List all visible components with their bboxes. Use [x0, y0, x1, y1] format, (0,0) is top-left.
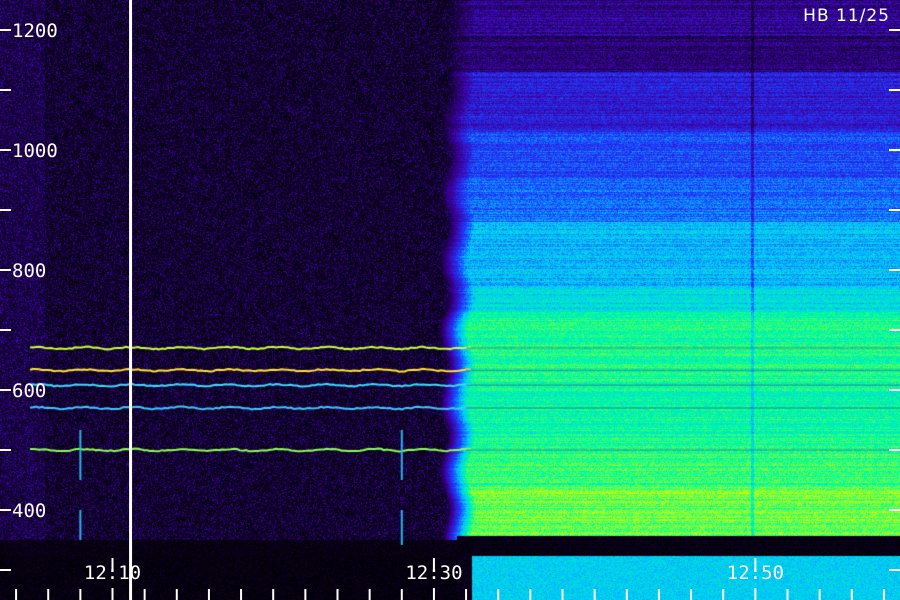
- x-tick-label-12:50: 12:50: [727, 562, 784, 584]
- y-tick-label-400: 400: [12, 500, 46, 522]
- y-axis-left-ticks: [0, 29, 11, 571]
- station-date-label: HB 11/25: [803, 6, 890, 26]
- y-tick-label-1200: 1200: [12, 20, 58, 42]
- y-axis-right-ticks: [889, 29, 900, 571]
- y-tick-label-800: 800: [12, 260, 46, 282]
- x-tick-label-12:10: 12:10: [84, 562, 141, 584]
- x-axis-tick-labels: 12:10 12:30 12:50: [84, 562, 784, 584]
- x-tick-label-12:30: 12:30: [405, 562, 462, 584]
- y-tick-label-1000: 1000: [12, 140, 58, 162]
- axes-overlay: 400 600 800 1000 1200 12:10 12:30 12:50: [0, 0, 900, 600]
- y-tick-label-600: 600: [12, 380, 46, 402]
- y-axis-tick-labels: 400 600 800 1000 1200: [12, 20, 58, 522]
